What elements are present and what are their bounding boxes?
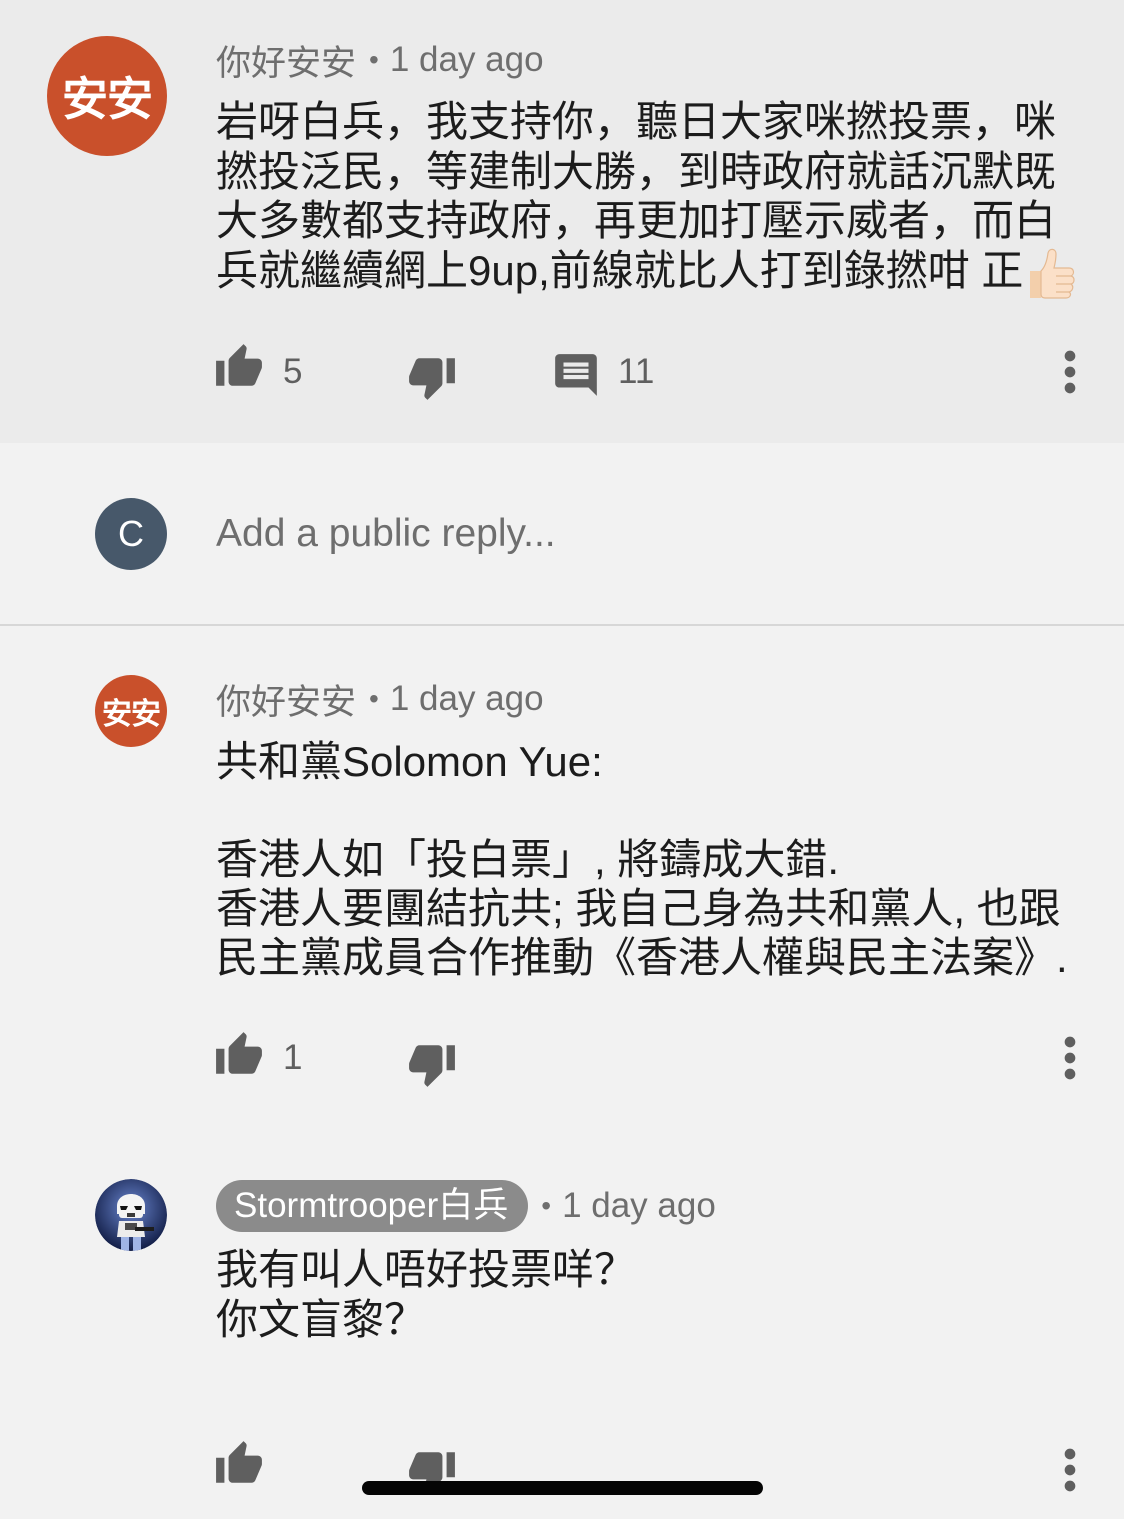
reply-text-line: 我有叫人唔好投票咩？ xyxy=(216,1246,637,1293)
reply-count: 11 xyxy=(618,352,655,391)
reply-meta: 你好安安 • 1 day ago xyxy=(216,673,544,725)
avatar-initials: 安安 xyxy=(102,698,161,731)
like-button[interactable] xyxy=(214,1439,264,1489)
thumb-down-icon xyxy=(409,1045,455,1087)
thumbs-up-emoji-icon xyxy=(1030,249,1076,300)
dislike-button[interactable] xyxy=(407,1039,457,1089)
comment-timestamp: 1 day ago xyxy=(389,40,544,79)
author-name[interactable]: 你好安安 xyxy=(216,674,356,725)
reply-body: 我有叫人唔好投票咩？ 你文盲黎？ xyxy=(216,1245,1116,1353)
comment-text-line: 兵就繼續網上9up,前線就比人打到錄撚咁 正 xyxy=(216,246,1116,300)
reply-button[interactable] xyxy=(551,350,601,400)
more-vert-icon xyxy=(1064,350,1076,394)
comment-body: 岩呀白兵，我支持你，聽日大家咪撚投票，咪 撚投泛民，等建制大勝，到時政府就話沉默… xyxy=(216,97,1116,303)
more-vert-icon xyxy=(1064,1036,1076,1080)
reply-text-line: 你文盲黎？ xyxy=(216,1296,427,1343)
reply-text-line: 共和黨Solomon Yue: xyxy=(216,738,603,785)
like-button[interactable] xyxy=(214,1030,264,1080)
stormtrooper-avatar[interactable] xyxy=(95,1179,167,1251)
comment-text-line: 岩呀白兵，我支持你，聽日大家咪撚投票，咪 xyxy=(216,98,1057,145)
meta-separator: • xyxy=(541,1190,552,1221)
thumb-down-icon xyxy=(409,358,455,400)
avatar-initials: 安安 xyxy=(62,73,153,125)
reply-timestamp: 1 day ago xyxy=(389,679,544,718)
comment-text-line: 撚投泛民，等建制大勝，到時政府就話沉默既 xyxy=(216,147,1057,195)
commenter-avatar[interactable]: 安安 xyxy=(47,36,167,156)
reply-input[interactable] xyxy=(216,508,1076,560)
comment-text-segment: 兵就繼續網上9up,前線就比人打到錄撚咁 正 xyxy=(216,246,1024,294)
stormtrooper-avatar-image xyxy=(95,1179,167,1251)
current-user-avatar: C xyxy=(95,498,167,570)
comment-meta: 你好安安 • 1 day ago xyxy=(216,34,544,86)
thumb-up-icon xyxy=(216,1032,262,1074)
reply-meta: Stormtrooper白兵 • 1 day ago xyxy=(216,1180,716,1232)
more-actions-button[interactable] xyxy=(1038,340,1102,404)
meta-separator: • xyxy=(369,683,379,714)
meta-separator: • xyxy=(369,44,379,75)
home-indicator[interactable] xyxy=(362,1481,763,1495)
comment-icon xyxy=(555,354,597,396)
dislike-button[interactable] xyxy=(407,352,457,402)
reply-text-line: 香港人要團結抗共; 我自己身為共和黨人, 也跟 xyxy=(216,885,1061,932)
like-button[interactable] xyxy=(214,342,264,392)
reply-text-line: 民主黨成員合作推動《香港人權與民主法案》. xyxy=(216,934,1068,981)
section-divider xyxy=(0,624,1124,626)
like-count: 1 xyxy=(283,1038,303,1077)
more-actions-button[interactable] xyxy=(1038,1026,1102,1090)
reply-avatar[interactable]: 安安 xyxy=(95,675,167,747)
thumb-up-icon xyxy=(216,344,262,386)
thumb-up-icon xyxy=(216,1441,262,1483)
reply-text-line: 香港人如「投白票」, 將鑄成大錯. xyxy=(216,836,840,883)
reply-timestamp: 1 day ago xyxy=(562,1186,716,1225)
more-actions-button[interactable] xyxy=(1038,1438,1102,1502)
more-vert-icon xyxy=(1064,1448,1076,1492)
comment-text-line: 大多數都支持政府，再更加打壓示威者，而白 xyxy=(216,197,1057,244)
reply-body: 共和黨Solomon Yue: 香港人如「投白票」, 將鑄成大錯. 香港人要團結… xyxy=(216,737,1116,990)
author-name-chip[interactable]: Stormtrooper白兵 xyxy=(216,1180,529,1232)
like-count: 5 xyxy=(283,352,303,391)
avatar-letter: C xyxy=(118,513,144,554)
author-name[interactable]: 你好安安 xyxy=(216,35,356,86)
